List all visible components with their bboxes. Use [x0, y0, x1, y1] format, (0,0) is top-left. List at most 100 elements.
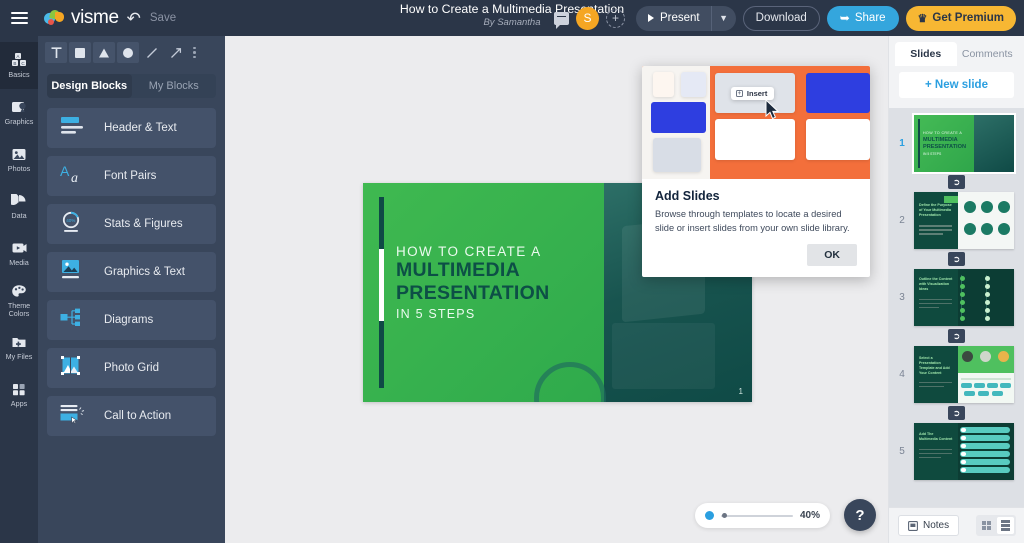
- new-slide-button[interactable]: + New slide: [899, 72, 1014, 98]
- insert-chip[interactable]: + Insert: [731, 87, 774, 100]
- help-button[interactable]: ?: [844, 499, 876, 531]
- block-graphics-text[interactable]: Graphics & Text: [47, 252, 216, 292]
- add-person-icon[interactable]: +: [606, 9, 625, 28]
- block-header-text[interactable]: Header & Text: [47, 108, 216, 148]
- insert-slide-icon[interactable]: ➲: [948, 329, 965, 343]
- insert-chip-label: Insert: [747, 89, 767, 98]
- triangle-tool[interactable]: [93, 42, 115, 63]
- square-tool[interactable]: [69, 42, 91, 63]
- tab-my-blocks[interactable]: My Blocks: [132, 74, 217, 98]
- visme-logo-icon: [44, 10, 66, 26]
- list-item[interactable]: 5 Add The Multimedia Content: [889, 420, 1024, 480]
- slide-canvas-area[interactable]: HOW TO CREATE A MULTIMEDIA PRESENTATION …: [225, 36, 888, 543]
- sidebar-item-my-files[interactable]: My Files: [0, 324, 38, 371]
- slide-thumbnail-5[interactable]: Add The Multimedia Content: [914, 423, 1014, 480]
- share-button[interactable]: ➥ Share: [827, 6, 899, 31]
- list-item[interactable]: 4 Select a Presentation Template and Add…: [889, 343, 1024, 403]
- sidebar-item-theme-colors[interactable]: Theme Colors: [0, 277, 38, 324]
- list-view-icon[interactable]: [997, 517, 1014, 534]
- undo-icon[interactable]: ↶: [127, 10, 141, 27]
- block-stats-figures[interactable]: 40% Stats & Figures: [47, 204, 216, 244]
- plus-square-icon: +: [736, 90, 743, 97]
- block-font-pairs[interactable]: A a Font Pairs: [47, 156, 216, 196]
- zoom-value: 40%: [800, 510, 820, 521]
- insert-slide-between-2[interactable]: ➲: [889, 252, 1024, 266]
- slides-panel: Slides Comments + New slide 1 HOW TO CRE…: [888, 36, 1024, 543]
- tab-slides[interactable]: Slides: [895, 42, 957, 66]
- block-call-to-action[interactable]: Call to Action: [47, 396, 216, 436]
- present-button[interactable]: Present: [636, 6, 711, 31]
- sidebar-label-apps: Apps: [11, 400, 27, 408]
- media-video-icon: [10, 240, 28, 257]
- text-tool[interactable]: [45, 42, 67, 63]
- zoom-handle[interactable]: [705, 511, 714, 520]
- slide-line-4: IN 5 STEPS: [396, 307, 626, 321]
- slides-panel-tabs: Slides Comments: [889, 36, 1024, 66]
- folder-plus-icon: [10, 334, 28, 351]
- thumb-number: 2: [895, 215, 909, 226]
- thumb-number: 3: [895, 292, 909, 303]
- stats-figures-icon: 40%: [60, 211, 90, 237]
- chevron-down-icon[interactable]: ▼: [711, 6, 736, 31]
- get-premium-button[interactable]: ♛ Get Premium: [906, 6, 1016, 31]
- insert-slide-between-3[interactable]: ➲: [889, 329, 1024, 343]
- svg-text:B: B: [13, 61, 16, 66]
- block-diagrams[interactable]: Diagrams: [47, 300, 216, 340]
- notes-button[interactable]: Notes: [898, 515, 959, 536]
- sidebar-item-data[interactable]: Data: [0, 183, 38, 230]
- save-button[interactable]: Save: [150, 12, 176, 24]
- insert-slide-between-1[interactable]: ➲: [889, 175, 1024, 189]
- data-pie-icon: [10, 193, 28, 210]
- slide-thumbnail-1[interactable]: HOW TO CREATE A MULTIMEDIAPRESENTATION I…: [914, 115, 1014, 172]
- arrow-tool[interactable]: [165, 42, 187, 63]
- slide-white-bar: [379, 249, 384, 321]
- graphics-text-icon: [60, 259, 90, 285]
- photos-icon: [10, 146, 28, 163]
- download-button[interactable]: Download: [743, 6, 820, 31]
- sidebar-item-photos[interactable]: Photos: [0, 136, 38, 183]
- slide-thumbnails-list[interactable]: 1 HOW TO CREATE A MULTIMEDIAPRESENTATION…: [889, 108, 1024, 507]
- sidebar-item-media[interactable]: Media: [0, 230, 38, 277]
- notes-label: Notes: [923, 520, 949, 531]
- zoom-control[interactable]: 40%: [695, 503, 830, 528]
- sidebar-label-media: Media: [9, 259, 29, 267]
- zoom-slider[interactable]: [721, 515, 793, 517]
- more-vertical-icon[interactable]: [193, 47, 196, 59]
- ok-button[interactable]: OK: [807, 244, 857, 266]
- tab-design-blocks[interactable]: Design Blocks: [47, 74, 132, 98]
- block-label: Graphics & Text: [104, 266, 185, 278]
- sidebar-label-my-files: My Files: [6, 353, 33, 361]
- insert-slide-between-4[interactable]: ➲: [889, 406, 1024, 420]
- left-icon-rail: A B C Basics Graphics: [0, 36, 38, 543]
- list-item[interactable]: 1 HOW TO CREATE A MULTIMEDIAPRESENTATION…: [889, 112, 1024, 172]
- sidebar-item-apps[interactable]: Apps: [0, 371, 38, 418]
- avatar[interactable]: S: [576, 7, 599, 30]
- slide-text-block[interactable]: HOW TO CREATE A MULTIMEDIA PRESENTATION …: [396, 244, 626, 321]
- block-photo-grid[interactable]: Photo Grid: [47, 348, 216, 388]
- slide-thumbnail-3[interactable]: Outline the Content with Visualization I…: [914, 269, 1014, 326]
- share-label: Share: [855, 12, 886, 24]
- sidebar-item-basics[interactable]: A B C Basics: [0, 42, 38, 89]
- visme-logo[interactable]: visme: [44, 7, 119, 29]
- design-blocks-panel: Design Blocks My Blocks Header & Text A: [38, 36, 225, 543]
- top-bar-actions: S + Present ▼ Download ➥ Share ♛ Get Pre…: [554, 0, 1016, 36]
- list-item[interactable]: 3 Outline the Content with Visualization…: [889, 266, 1024, 326]
- circle-tool[interactable]: [117, 42, 139, 63]
- tab-comments[interactable]: Comments: [957, 42, 1019, 66]
- slides-panel-footer: Notes: [889, 507, 1024, 543]
- premium-label: Get Premium: [932, 12, 1004, 24]
- grid-view-icon[interactable]: [978, 517, 995, 534]
- insert-slide-icon[interactable]: ➲: [948, 175, 965, 189]
- list-item[interactable]: 2 Define the Purpose of Your Multimedia …: [889, 189, 1024, 249]
- slide-thumbnail-2[interactable]: Define the Purpose of Your Multimedia Pr…: [914, 192, 1014, 249]
- insert-slide-icon[interactable]: ➲: [948, 252, 965, 266]
- slide-thumbnail-4[interactable]: Select a Presentation Template and Add Y…: [914, 346, 1014, 403]
- thumb-number: 5: [895, 446, 909, 457]
- insert-slide-icon[interactable]: ➲: [948, 406, 965, 420]
- preview-blue-card-2: [806, 73, 870, 114]
- comment-icon[interactable]: [554, 12, 569, 25]
- hamburger-icon[interactable]: [0, 0, 38, 36]
- panel-tabs: Design Blocks My Blocks: [47, 74, 216, 98]
- sidebar-item-graphics[interactable]: Graphics: [0, 89, 38, 136]
- line-tool[interactable]: [141, 42, 163, 63]
